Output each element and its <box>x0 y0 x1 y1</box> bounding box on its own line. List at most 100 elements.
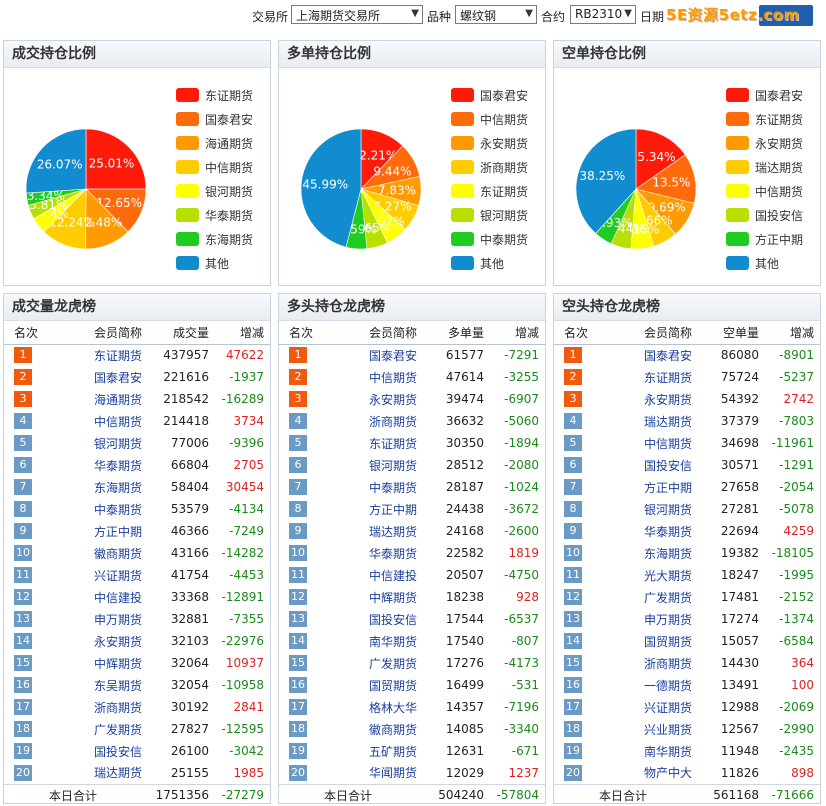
member-cell: 国投安信 <box>599 454 692 476</box>
member-name-link[interactable]: 永安期货 <box>94 635 142 649</box>
member-name-link[interactable]: 南华期货 <box>369 635 417 649</box>
rank-badge: 12 <box>14 589 32 605</box>
volume-cell: 25155 <box>170 765 210 780</box>
member-name-link[interactable]: 五矿期货 <box>369 745 417 759</box>
contract-select[interactable]: RB2310 ▼ <box>570 5 636 24</box>
pie-slice-label: 45.99% <box>302 177 348 191</box>
column-header: 增减 <box>484 322 545 345</box>
table-row: 18 兴业期货 12567 -2990 <box>554 718 820 740</box>
member-name-link[interactable]: 中辉期货 <box>369 591 417 605</box>
member-name-link[interactable]: 申万期货 <box>644 613 692 627</box>
rank-badge: 5 <box>289 435 307 451</box>
member-name-link[interactable]: 东吴期货 <box>94 679 142 693</box>
volume-cell: 30350 <box>445 436 485 450</box>
member-name-link[interactable]: 银河期货 <box>94 437 142 451</box>
member-name-link[interactable]: 广发期货 <box>644 591 692 605</box>
change-cell: -3042 <box>229 744 264 758</box>
rank-badge: 16 <box>289 677 307 693</box>
pie-slice-label: 26.07% <box>37 157 83 171</box>
member-name-link[interactable]: 兴证期货 <box>644 701 692 715</box>
table-row: 2 东证期货 75724 -5237 <box>554 366 820 388</box>
member-name-link[interactable]: 华泰期货 <box>644 525 692 539</box>
member-name-link[interactable]: 瑞达期货 <box>644 415 692 429</box>
member-name-link[interactable]: 永安期货 <box>369 393 417 407</box>
member-name-link[interactable]: 浙商期货 <box>94 701 142 715</box>
filter-bar: 交易所 上海期货交易所 ▼ 品种 螺纹钢 ▼ 合约 RB2310 ▼ 日期 5E… <box>0 0 826 32</box>
member-name-link[interactable]: 中泰期货 <box>369 481 417 495</box>
member-name-link[interactable]: 中信期货 <box>94 415 142 429</box>
member-name-link[interactable]: 东证期货 <box>369 437 417 451</box>
member-name-link[interactable]: 瑞达期货 <box>369 525 417 539</box>
member-name-link[interactable]: 兴业期货 <box>644 723 692 737</box>
member-name-link[interactable]: 方正中期 <box>369 503 417 517</box>
member-name-link[interactable]: 银河期货 <box>644 503 692 517</box>
rank-badge: 7 <box>14 479 32 495</box>
legend-swatch <box>726 232 749 246</box>
member-name-link[interactable]: 东证期货 <box>94 349 142 363</box>
volume-cell: 22694 <box>720 524 760 538</box>
member-name-link[interactable]: 物产中大 <box>644 766 692 780</box>
rank-cell: 1 <box>4 344 49 366</box>
member-name-link[interactable]: 一德期货 <box>644 679 692 693</box>
legend-item: 东海期货 <box>176 227 253 251</box>
exchange-select[interactable]: 上海期货交易所 ▼ <box>291 5 423 24</box>
legend-item: 中泰期货 <box>451 227 528 251</box>
member-name-link[interactable]: 华闻期货 <box>369 766 417 780</box>
member-name-link[interactable]: 国投安信 <box>369 613 417 627</box>
member-name-link[interactable]: 国泰君安 <box>94 371 142 385</box>
member-name-link[interactable]: 中信期货 <box>644 437 692 451</box>
member-name-link[interactable]: 海通期货 <box>94 393 142 407</box>
legend-swatch <box>726 184 749 198</box>
rank-badge: 2 <box>289 369 307 385</box>
member-name-link[interactable]: 浙商期货 <box>369 415 417 429</box>
member-cell: 南华期货 <box>324 630 417 652</box>
member-name-link[interactable]: 东海期货 <box>94 481 142 495</box>
member-name-link[interactable]: 东海期货 <box>644 547 692 561</box>
member-name-link[interactable]: 广发期货 <box>94 723 142 737</box>
table-row: 9 华泰期货 22694 4259 <box>554 520 820 542</box>
member-name-link[interactable]: 永安期货 <box>644 393 692 407</box>
member-name-link[interactable]: 格林大华 <box>369 701 417 715</box>
rank-badge: 19 <box>564 743 582 759</box>
member-name-link[interactable]: 南华期货 <box>644 745 692 759</box>
rank-badge: 3 <box>14 391 32 407</box>
member-name-link[interactable]: 中泰期货 <box>94 503 142 517</box>
member-name-link[interactable]: 光大期货 <box>644 569 692 583</box>
volume-cell: 28512 <box>445 458 485 472</box>
legend-swatch <box>176 112 199 126</box>
member-name-link[interactable]: 国泰君安 <box>644 349 692 363</box>
member-name-link[interactable]: 方正中期 <box>94 525 142 539</box>
legend-swatch <box>726 160 749 174</box>
member-name-link[interactable]: 兴证期货 <box>94 569 142 583</box>
member-name-link[interactable]: 华泰期货 <box>94 459 142 473</box>
member-name-link[interactable]: 中辉期货 <box>94 657 142 671</box>
legend-item: 国泰君安 <box>451 83 528 107</box>
member-name-link[interactable]: 东证期货 <box>644 371 692 385</box>
member-name-link[interactable]: 中信期货 <box>369 371 417 385</box>
member-name-link[interactable]: 中信建投 <box>369 569 417 583</box>
member-name-link[interactable]: 徽商期货 <box>94 547 142 561</box>
member-name-link[interactable]: 方正中期 <box>644 481 692 495</box>
member-name-link[interactable]: 国泰君安 <box>369 349 417 363</box>
total-change: -57804 <box>484 783 545 806</box>
member-name-link[interactable]: 国贸期货 <box>369 679 417 693</box>
legend-label: 其他 <box>205 256 230 271</box>
rank-cell: 7 <box>4 476 49 498</box>
member-name-link[interactable]: 徽商期货 <box>369 723 417 737</box>
member-name-link[interactable]: 国投安信 <box>644 459 692 473</box>
member-cell: 方正中期 <box>49 520 142 542</box>
member-name-link[interactable]: 国贸期货 <box>644 635 692 649</box>
rank-badge: 5 <box>564 435 582 451</box>
member-name-link[interactable]: 广发期货 <box>369 657 417 671</box>
member-name-link[interactable]: 华泰期货 <box>369 547 417 561</box>
rank-cell: 3 <box>554 388 599 410</box>
member-name-link[interactable]: 银河期货 <box>369 459 417 473</box>
member-name-link[interactable]: 瑞达期货 <box>94 766 142 780</box>
member-name-link[interactable]: 中信建投 <box>94 591 142 605</box>
member-name-link[interactable]: 国投安信 <box>94 745 142 759</box>
member-name-link[interactable]: 浙商期货 <box>644 657 692 671</box>
member-name-link[interactable]: 申万期货 <box>94 613 142 627</box>
variety-select[interactable]: 螺纹钢 ▼ <box>455 5 537 24</box>
rank-cell: 4 <box>279 410 324 432</box>
rank-cell: 17 <box>279 696 324 718</box>
